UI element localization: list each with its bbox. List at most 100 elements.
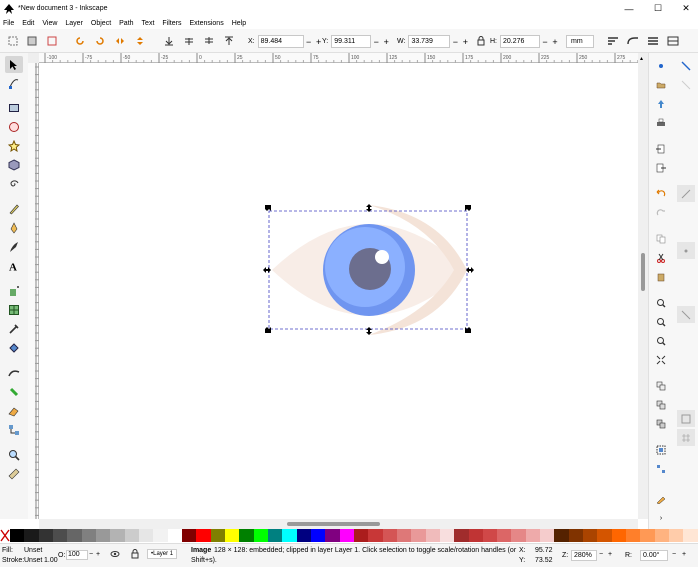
- x-input[interactable]: 89.484: [257, 35, 304, 48]
- redo-icon[interactable]: [652, 204, 670, 221]
- palette-swatch[interactable]: [669, 529, 684, 542]
- group-icon[interactable]: [652, 441, 670, 458]
- zoom-increment[interactable]: +: [608, 551, 612, 558]
- menu-view[interactable]: View: [42, 20, 57, 27]
- palette-swatch[interactable]: [24, 529, 39, 542]
- color-palette[interactable]: [0, 529, 698, 542]
- raise-to-top-icon[interactable]: [222, 34, 236, 48]
- palette-swatch[interactable]: [339, 529, 354, 542]
- selector-tool-icon[interactable]: [5, 56, 23, 73]
- undo-icon[interactable]: [652, 185, 670, 202]
- opacity-decrement[interactable]: −: [89, 551, 93, 558]
- palette-swatch[interactable]: [181, 529, 197, 542]
- more-commands-chevron-icon[interactable]: ›: [652, 510, 670, 527]
- palette-swatch[interactable]: [95, 529, 111, 542]
- x-decrement[interactable]: −: [304, 37, 314, 47]
- palette-swatch[interactable]: [353, 529, 369, 542]
- zoom-input[interactable]: 280%: [571, 550, 597, 561]
- height-increment[interactable]: +: [550, 37, 560, 47]
- unit-select[interactable]: mm: [566, 35, 594, 48]
- zoom-drawing-icon[interactable]: [652, 313, 670, 330]
- duplicate-icon[interactable]: [652, 377, 670, 394]
- stroke-width-value[interactable]: 1.00: [44, 557, 58, 564]
- import-icon[interactable]: [652, 140, 670, 157]
- current-layer-select[interactable]: •Layer 1: [147, 549, 178, 559]
- snap-bbox-icon[interactable]: [677, 57, 695, 74]
- snap-nodes-icon[interactable]: [677, 185, 695, 202]
- zoom-tool-icon[interactable]: [5, 446, 23, 463]
- zoom-in-tool-icon[interactable]: [5, 383, 23, 400]
- horizontal-scroll-thumb[interactable]: [287, 522, 380, 526]
- scroll-up-icon[interactable]: ▴: [640, 55, 643, 62]
- scale-corners-icon[interactable]: [626, 34, 640, 48]
- palette-swatch[interactable]: [38, 529, 53, 542]
- palette-swatch[interactable]: [468, 529, 483, 542]
- palette-swatch[interactable]: [626, 529, 641, 542]
- deselect-icon[interactable]: [45, 34, 59, 48]
- measure-tool-icon[interactable]: [5, 465, 23, 482]
- rotate-cw-icon[interactable]: [93, 34, 107, 48]
- zoom-page-icon[interactable]: [652, 332, 670, 349]
- height-decrement[interactable]: −: [540, 37, 550, 47]
- palette-swatch[interactable]: [654, 529, 670, 542]
- opacity-input[interactable]: 100: [66, 550, 88, 560]
- palette-swatch[interactable]: [138, 529, 154, 542]
- clone-icon[interactable]: [652, 396, 670, 413]
- rotate-ccw-icon[interactable]: [73, 34, 87, 48]
- fill-stroke-icon[interactable]: [652, 490, 670, 507]
- layer-lock-icon[interactable]: [130, 549, 140, 559]
- print-icon[interactable]: [652, 114, 670, 131]
- height-field[interactable]: H: 20.276 − +: [490, 35, 560, 48]
- y-input[interactable]: 99.311: [331, 35, 372, 48]
- width-decrement[interactable]: −: [450, 37, 460, 47]
- opacity-increment[interactable]: +: [96, 551, 100, 558]
- x-coordinate-field[interactable]: X: 89.484 − +: [248, 35, 324, 48]
- width-input[interactable]: 33.739: [408, 35, 451, 48]
- menu-help[interactable]: Help: [232, 20, 246, 27]
- paint-bucket-tool-icon[interactable]: [5, 339, 23, 356]
- text-tool-icon[interactable]: A: [5, 257, 23, 274]
- ungroup-icon[interactable]: [652, 460, 670, 477]
- copy-icon[interactable]: [652, 230, 670, 247]
- palette-swatch[interactable]: [640, 529, 655, 542]
- y-increment[interactable]: +: [381, 37, 391, 47]
- menu-filters[interactable]: Filters: [162, 20, 181, 27]
- palette-swatch[interactable]: [597, 529, 612, 542]
- transform-gradients-icon[interactable]: [646, 34, 660, 48]
- palette-swatch[interactable]: [411, 529, 426, 542]
- eraser-tool-icon[interactable]: [5, 402, 23, 419]
- palette-swatch[interactable]: [611, 529, 627, 542]
- layer-visibility-icon[interactable]: [110, 549, 120, 559]
- mesh-tool-icon[interactable]: [5, 301, 23, 318]
- lock-icon[interactable]: [474, 34, 488, 48]
- unlink-clone-icon[interactable]: [652, 415, 670, 432]
- snap-page-border-icon[interactable]: [677, 410, 695, 427]
- zoom-decrement[interactable]: −: [599, 551, 603, 558]
- star-tool-icon[interactable]: [5, 137, 23, 154]
- menu-file[interactable]: File: [3, 20, 14, 27]
- palette-swatch[interactable]: [540, 529, 555, 542]
- zoom-page-width-icon[interactable]: [652, 351, 670, 368]
- menu-edit[interactable]: Edit: [22, 20, 34, 27]
- select-all-icon[interactable]: [6, 34, 20, 48]
- minimize-button[interactable]: —: [617, 0, 641, 17]
- palette-swatch[interactable]: [568, 529, 584, 542]
- palette-swatch[interactable]: [497, 529, 512, 542]
- palette-swatch[interactable]: [511, 529, 526, 542]
- palette-swatch[interactable]: [239, 529, 254, 542]
- rotate-input[interactable]: 0.00°: [640, 550, 668, 561]
- palette-swatch[interactable]: [310, 529, 326, 542]
- palette-swatch[interactable]: [10, 529, 25, 542]
- palette-swatch[interactable]: [167, 529, 182, 542]
- connector-tool-icon[interactable]: [5, 421, 23, 438]
- snap-smooth-nodes-icon[interactable]: [677, 242, 695, 259]
- transform-patterns-icon[interactable]: [666, 34, 680, 48]
- palette-swatch[interactable]: [153, 529, 168, 542]
- palette-swatch[interactable]: [683, 529, 698, 542]
- 3d-box-tool-icon[interactable]: [5, 156, 23, 173]
- palette-swatch[interactable]: [425, 529, 440, 542]
- flip-horizontal-icon[interactable]: [113, 34, 127, 48]
- zoom-selection-icon[interactable]: [652, 294, 670, 311]
- palette-swatch[interactable]: [554, 529, 569, 542]
- calligraphy-tool-icon[interactable]: [5, 238, 23, 255]
